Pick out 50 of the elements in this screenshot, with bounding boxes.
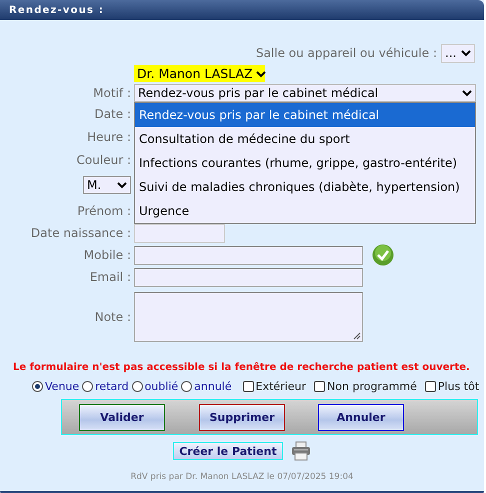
vehicle-select[interactable]: ...	[441, 44, 475, 62]
radio-label: Venue	[45, 380, 80, 392]
checkbox[interactable]	[424, 380, 436, 392]
field-label: Couleur :	[76, 152, 131, 166]
caret-icon	[117, 181, 127, 189]
input-field[interactable]	[134, 224, 225, 242]
motif-select[interactable]: Rendez-vous pris par le cabinet médical	[134, 84, 476, 102]
footer-note: RdV pris par Dr. Manon LASLAZ le 07/07/2025 19:04	[130, 472, 354, 482]
resize-grip-icon[interactable]	[353, 332, 361, 340]
field-label: Date :	[94, 106, 131, 120]
input-field[interactable]	[134, 246, 363, 264]
delete-button[interactable]: Supprimer	[199, 404, 285, 431]
radio-button[interactable]	[32, 380, 43, 392]
checkbox-label: Plus tôt	[438, 380, 480, 392]
title-select[interactable]: M.	[83, 176, 131, 194]
radio-label: retard	[95, 380, 129, 392]
radio-label: oublié	[144, 380, 178, 392]
warning-message: Le formulaire n'est pas accessible si la fenêtre de recherche patient est ouverte.	[13, 362, 471, 373]
checkbox-label: Extérieur	[256, 380, 306, 392]
field-label: Date naissance :	[30, 226, 131, 240]
caret-icon	[462, 88, 472, 96]
dropdown-option[interactable]: Rendez-vous pris par le cabinet médical	[135, 102, 475, 126]
field-label: Mobile :	[84, 248, 131, 262]
validate-button[interactable]: Valider	[79, 404, 165, 431]
radio-label: annulé	[194, 380, 232, 392]
radio-button[interactable]	[132, 380, 143, 392]
text-area[interactable]	[134, 292, 363, 342]
practitioner-select[interactable]: Dr. Manon LASLAZ	[134, 65, 265, 82]
field-label: Salle ou appareil ou véhicule :	[256, 46, 437, 60]
printer-icon[interactable]	[290, 441, 311, 461]
radio-button[interactable]	[181, 380, 192, 392]
checkbox-label: Non programmé	[327, 380, 417, 392]
field-label: Email :	[90, 270, 131, 284]
cancel-button[interactable]: Annuler	[318, 404, 404, 431]
dropdown-option[interactable]: Infections courantes (rhume, grippe, gastro-entérite)	[135, 150, 475, 174]
input-field[interactable]	[134, 268, 363, 286]
field-label: Note :	[94, 310, 131, 324]
dropdown-option[interactable]: Suivi de maladies chroniques (diabète, hypertension)	[135, 174, 475, 198]
dropdown-option[interactable]: Consultation de médecine du sport	[135, 126, 475, 150]
caret-icon	[461, 49, 471, 57]
field-label: Motif :	[93, 86, 131, 100]
create-patient-button[interactable]: Créer le Patient	[173, 442, 283, 460]
field-label: Heure :	[87, 130, 131, 144]
caret-icon	[256, 70, 266, 78]
checkbox[interactable]	[242, 380, 254, 392]
window-title: Rendez-vous :	[9, 4, 104, 16]
radio-button[interactable]	[82, 380, 94, 392]
dropdown-option[interactable]: Urgence	[135, 198, 475, 222]
checkbox[interactable]	[314, 380, 326, 392]
field-label: Prénom :	[77, 204, 131, 218]
